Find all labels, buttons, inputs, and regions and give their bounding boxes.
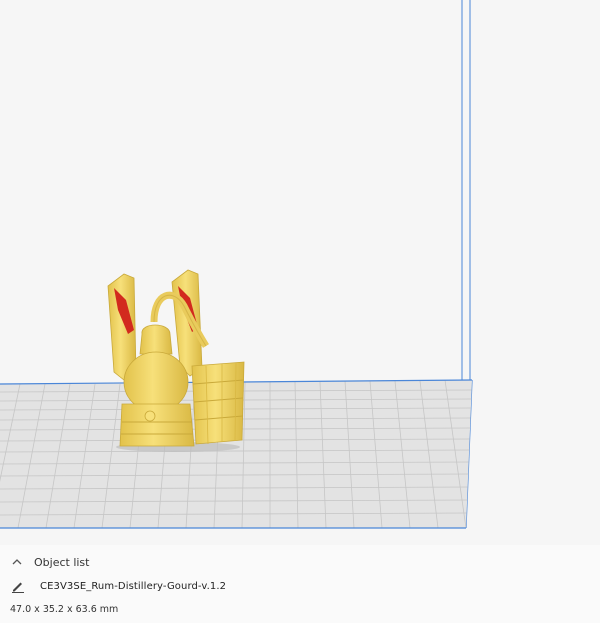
object-list-label[interactable]: Object list: [34, 556, 89, 569]
model-rum-distillery[interactable]: [107, 269, 245, 452]
chevron-up-icon[interactable]: [10, 555, 24, 569]
object-info-panel: Object list CE3V3SE_Rum-Distillery-Gourd…: [0, 545, 600, 623]
pencil-icon[interactable]: [10, 578, 26, 594]
selected-object-row: CE3V3SE_Rum-Distillery-Gourd-v.1.2: [10, 576, 226, 596]
scene-canvas[interactable]: [0, 0, 600, 545]
object-name: CE3V3SE_Rum-Distillery-Gourd-v.1.2: [40, 580, 227, 592]
object-dimensions: 47.0 x 35.2 x 63.6 mm: [10, 603, 119, 615]
dimensions-row: 47.0 x 35.2 x 63.6 mm: [10, 601, 118, 617]
3d-viewport[interactable]: [0, 0, 600, 545]
object-list-toggle[interactable]: Object list: [10, 551, 89, 573]
